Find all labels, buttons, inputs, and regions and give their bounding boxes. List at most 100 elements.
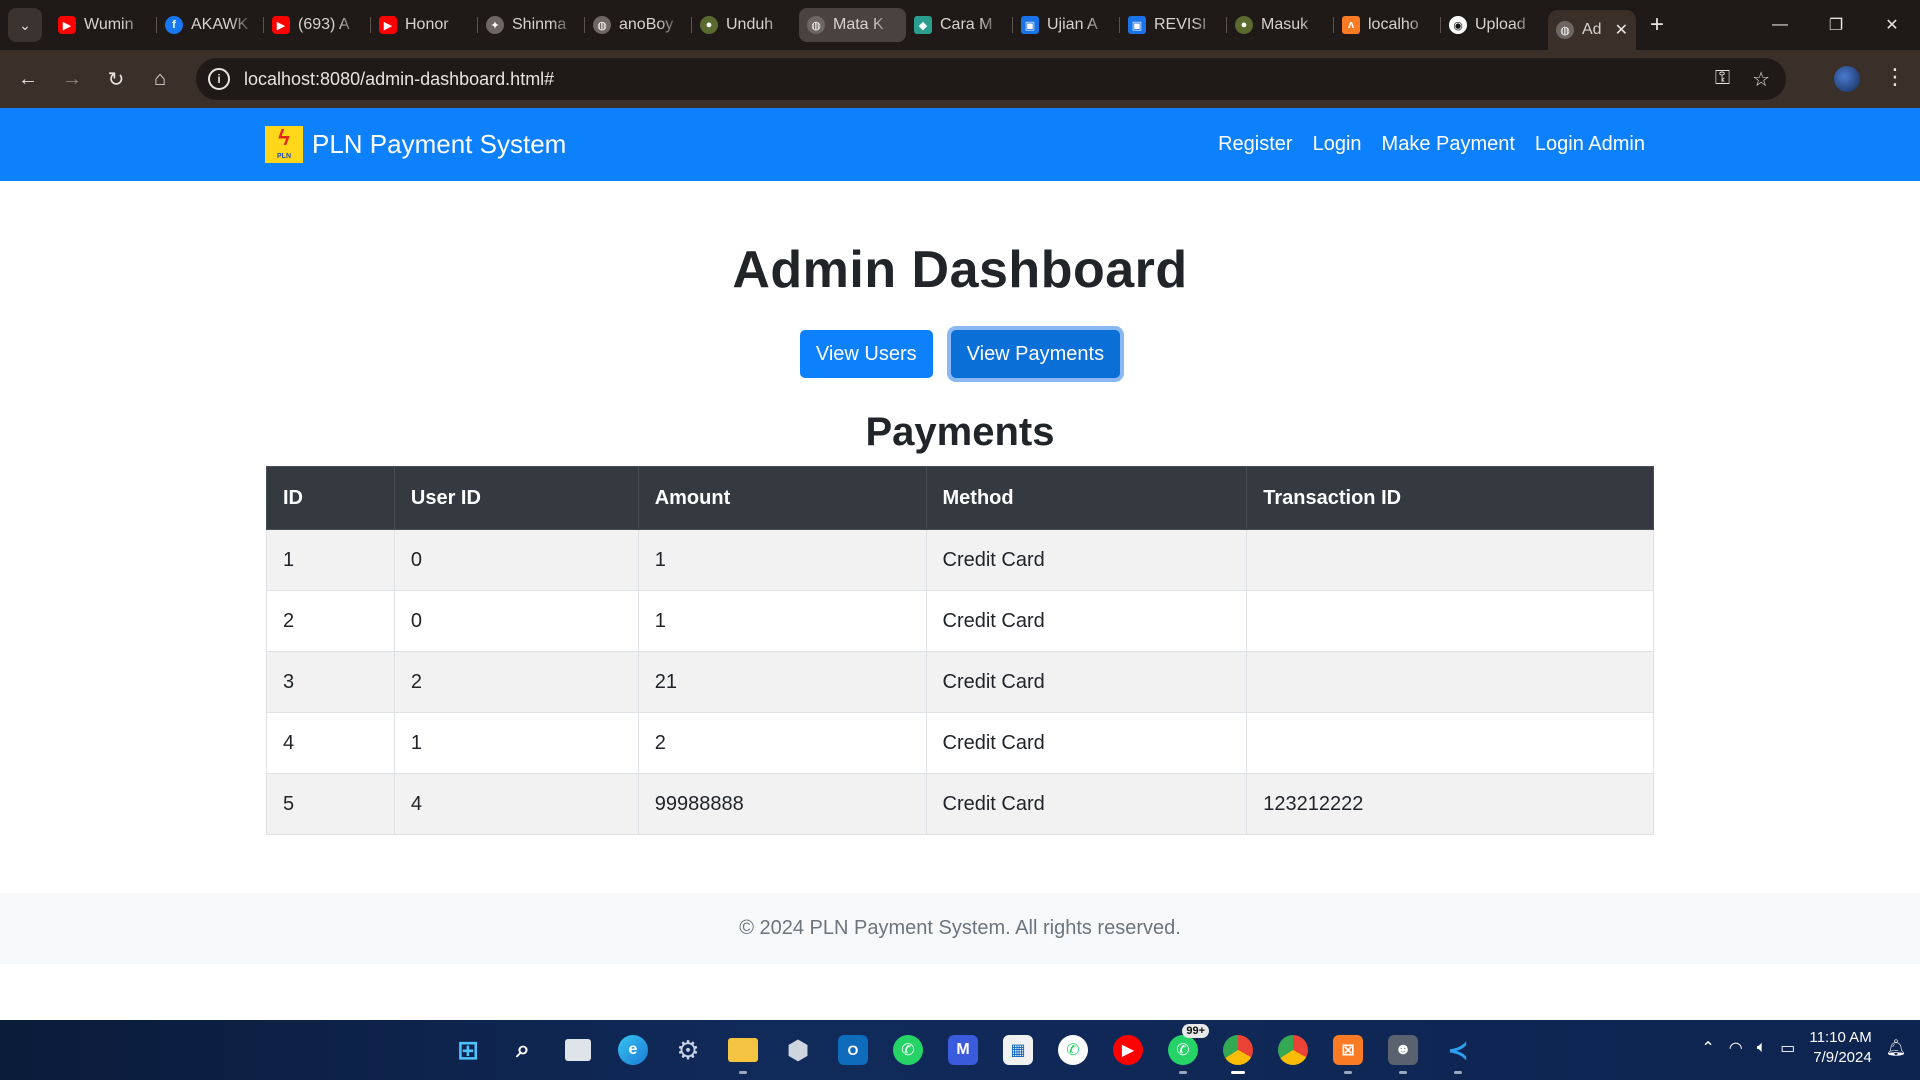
home-icon[interactable]: ⌂ — [138, 57, 182, 101]
view-payments-button[interactable]: View Payments — [950, 330, 1121, 378]
system-tray: ⌃ ◠ 🔈︎ ▭ 11:10 AM 7/9/2024 🔔︎ — [1701, 1028, 1906, 1068]
site-icon: ● — [700, 16, 718, 34]
browser-tab[interactable]: f AKAWK — [157, 8, 264, 42]
search-icon[interactable]: ⌕ — [501, 1028, 545, 1072]
chevron-up-icon[interactable]: ⌃ — [1701, 1038, 1714, 1058]
new-tab-icon[interactable]: + — [1650, 11, 1664, 39]
browser-tab[interactable]: ʌ localho — [1334, 8, 1441, 42]
logo-text: PLN — [277, 153, 291, 160]
whatsapp-beta-icon[interactable]: ✆ 99+ — [1161, 1024, 1209, 1074]
browser-tab[interactable]: ● Masuk — [1227, 8, 1334, 42]
globe-icon: ◍ — [1556, 21, 1574, 39]
profile-avatar[interactable] — [1834, 66, 1860, 92]
globe-icon: ◍ — [593, 16, 611, 34]
address-bar[interactable]: i localhost:8080/admin-dashboard.html# ⚿… — [196, 58, 1786, 100]
nav-link-make-payment[interactable]: Make Payment — [1382, 133, 1515, 156]
volume-icon[interactable]: 🔈︎ — [1757, 1039, 1767, 1057]
browser-tab[interactable]: ✦ Shinma — [478, 8, 585, 42]
cell-user-id: 0 — [393, 529, 639, 591]
menu-icon[interactable]: ⋮ — [1884, 64, 1906, 90]
wifi-icon[interactable]: ◠ — [1729, 1038, 1743, 1058]
browser-tab-active[interactable]: ◍ Ad ✕ — [1548, 10, 1636, 50]
table-row: 4 1 2 Credit Card — [266, 712, 1654, 774]
notification-badge: 99+ — [1182, 1024, 1209, 1038]
xampp-icon[interactable]: ⊠ — [1326, 1028, 1370, 1074]
whatsapp-icon[interactable]: ✆ — [886, 1028, 930, 1072]
battery-icon[interactable]: ▭ — [1780, 1038, 1795, 1058]
browser-tab[interactable]: ◉ Upload — [1441, 8, 1548, 42]
browser-toolbar: ← → ↻ ⌂ i localhost:8080/admin-dashboard… — [0, 50, 1920, 108]
xampp-icon: ʌ — [1342, 16, 1360, 34]
omnibox-actions: ⚿ ☆ — [1715, 67, 1770, 92]
browser-tab[interactable]: ● Unduh — [692, 8, 799, 42]
youtube-icon: ▶ — [58, 16, 76, 34]
cell-user-id: 2 — [393, 651, 639, 713]
youtube-music-icon[interactable]: ▶ — [1106, 1028, 1150, 1072]
column-header: Amount — [637, 466, 927, 530]
file-explorer-icon[interactable] — [721, 1028, 765, 1074]
browser-tab[interactable]: ▶ Wumin — [50, 8, 157, 42]
chrome-alt-icon[interactable] — [1271, 1028, 1315, 1072]
chrome-icon[interactable] — [1216, 1028, 1260, 1074]
column-header: User ID — [393, 466, 639, 530]
microsoft-store-icon[interactable]: ▦ — [996, 1028, 1040, 1072]
close-window-icon[interactable]: ✕ — [1864, 0, 1920, 50]
browser-tab[interactable]: ▶ Honor — [371, 8, 478, 42]
nav-link-login-admin[interactable]: Login Admin — [1535, 133, 1645, 156]
start-icon[interactable]: ⊞ — [446, 1028, 490, 1072]
section-title: Payments — [865, 410, 1055, 454]
tab-search-chevron-icon[interactable]: ⌄ — [8, 8, 42, 42]
pln-logo: ϟ PLN — [265, 126, 303, 163]
outlook-icon[interactable]: O — [831, 1028, 875, 1072]
table-row: 2 0 1 Credit Card — [266, 590, 1654, 652]
minimize-icon[interactable]: — — [1752, 0, 1808, 50]
cell-method: Credit Card — [925, 590, 1248, 652]
edge-icon[interactable]: e — [611, 1028, 655, 1072]
tab-list: ▶ Wumin f AKAWK ▶ (693) A ▶ Honor ✦ Shinma ◍ a… — [50, 0, 1636, 50]
forward-icon[interactable]: → — [50, 57, 94, 101]
browser-tab[interactable]: ▣ Ujian A — [1013, 8, 1120, 42]
url-text[interactable]: localhost:8080/admin-dashboard.html# — [244, 69, 554, 90]
cell-user-id: 1 — [393, 712, 639, 774]
settings-icon[interactable]: ⚙ — [666, 1028, 710, 1072]
navbar-brand[interactable]: ϟ PLN PLN Payment System — [265, 126, 566, 163]
restore-icon[interactable]: ❐ — [1808, 0, 1864, 50]
running-indicator — [1399, 1071, 1407, 1074]
site-info-icon[interactable]: i — [208, 68, 230, 90]
cell-id: 1 — [266, 529, 395, 591]
classroom-icon: ▣ — [1021, 16, 1039, 34]
browser-tab[interactable]: ◍ Mata K — [799, 8, 906, 42]
view-users-button[interactable]: View Users — [799, 330, 933, 378]
notification-bell-icon[interactable]: 🔔︎ — [1886, 1038, 1906, 1058]
back-icon[interactable]: ← — [6, 57, 50, 101]
cell-id: 5 — [266, 773, 395, 835]
app-hexagon-icon[interactable]: ⬢ — [776, 1028, 820, 1072]
browser-tab[interactable]: ▣ REVISI — [1120, 8, 1227, 42]
nav-link-login[interactable]: Login — [1313, 133, 1362, 156]
table-row: 5 4 99988888 Credit Card 123212222 — [266, 773, 1654, 835]
browser-tab[interactable]: ▶ (693) A — [264, 8, 371, 42]
key-icon[interactable]: ⚿ — [1715, 67, 1730, 92]
nav-links: Register Login Make Payment Login Admin — [1218, 133, 1645, 156]
whatsapp-web-icon[interactable]: ✆ — [1051, 1028, 1095, 1072]
app-blue-icon[interactable]: M — [941, 1028, 985, 1072]
cell-method: Credit Card — [925, 712, 1248, 774]
taskbar-apps: ⊞ ⌕ e ⚙ ⬢ O ✆ M ▦ ✆ ▶ ✆ 99+ ⊠ ☻ ≺ — [446, 1024, 1480, 1074]
facebook-icon: f — [165, 16, 183, 34]
clock[interactable]: 11:10 AM 7/9/2024 — [1809, 1028, 1871, 1068]
page-title: Admin Dashboard — [732, 241, 1188, 299]
vscode-icon[interactable]: ≺ — [1436, 1028, 1480, 1074]
cell-amount: 99988888 — [637, 773, 927, 835]
browser-tab[interactable]: ◆ Cara M — [906, 8, 1013, 42]
close-tab-icon[interactable]: ✕ — [1615, 20, 1628, 40]
bookmark-star-icon[interactable]: ☆ — [1752, 67, 1770, 92]
brand-name[interactable]: PLN Payment System — [312, 129, 566, 160]
browser-tab[interactable]: ◍ anoBoy — [585, 8, 692, 42]
table-row: 3 2 21 Credit Card — [266, 651, 1654, 713]
running-indicator — [739, 1071, 747, 1074]
reload-icon[interactable]: ↻ — [94, 57, 138, 101]
cell-amount: 1 — [637, 529, 927, 591]
task-view-icon[interactable] — [556, 1028, 600, 1072]
nav-link-register[interactable]: Register — [1218, 133, 1292, 156]
app-character-icon[interactable]: ☻ — [1381, 1028, 1425, 1074]
